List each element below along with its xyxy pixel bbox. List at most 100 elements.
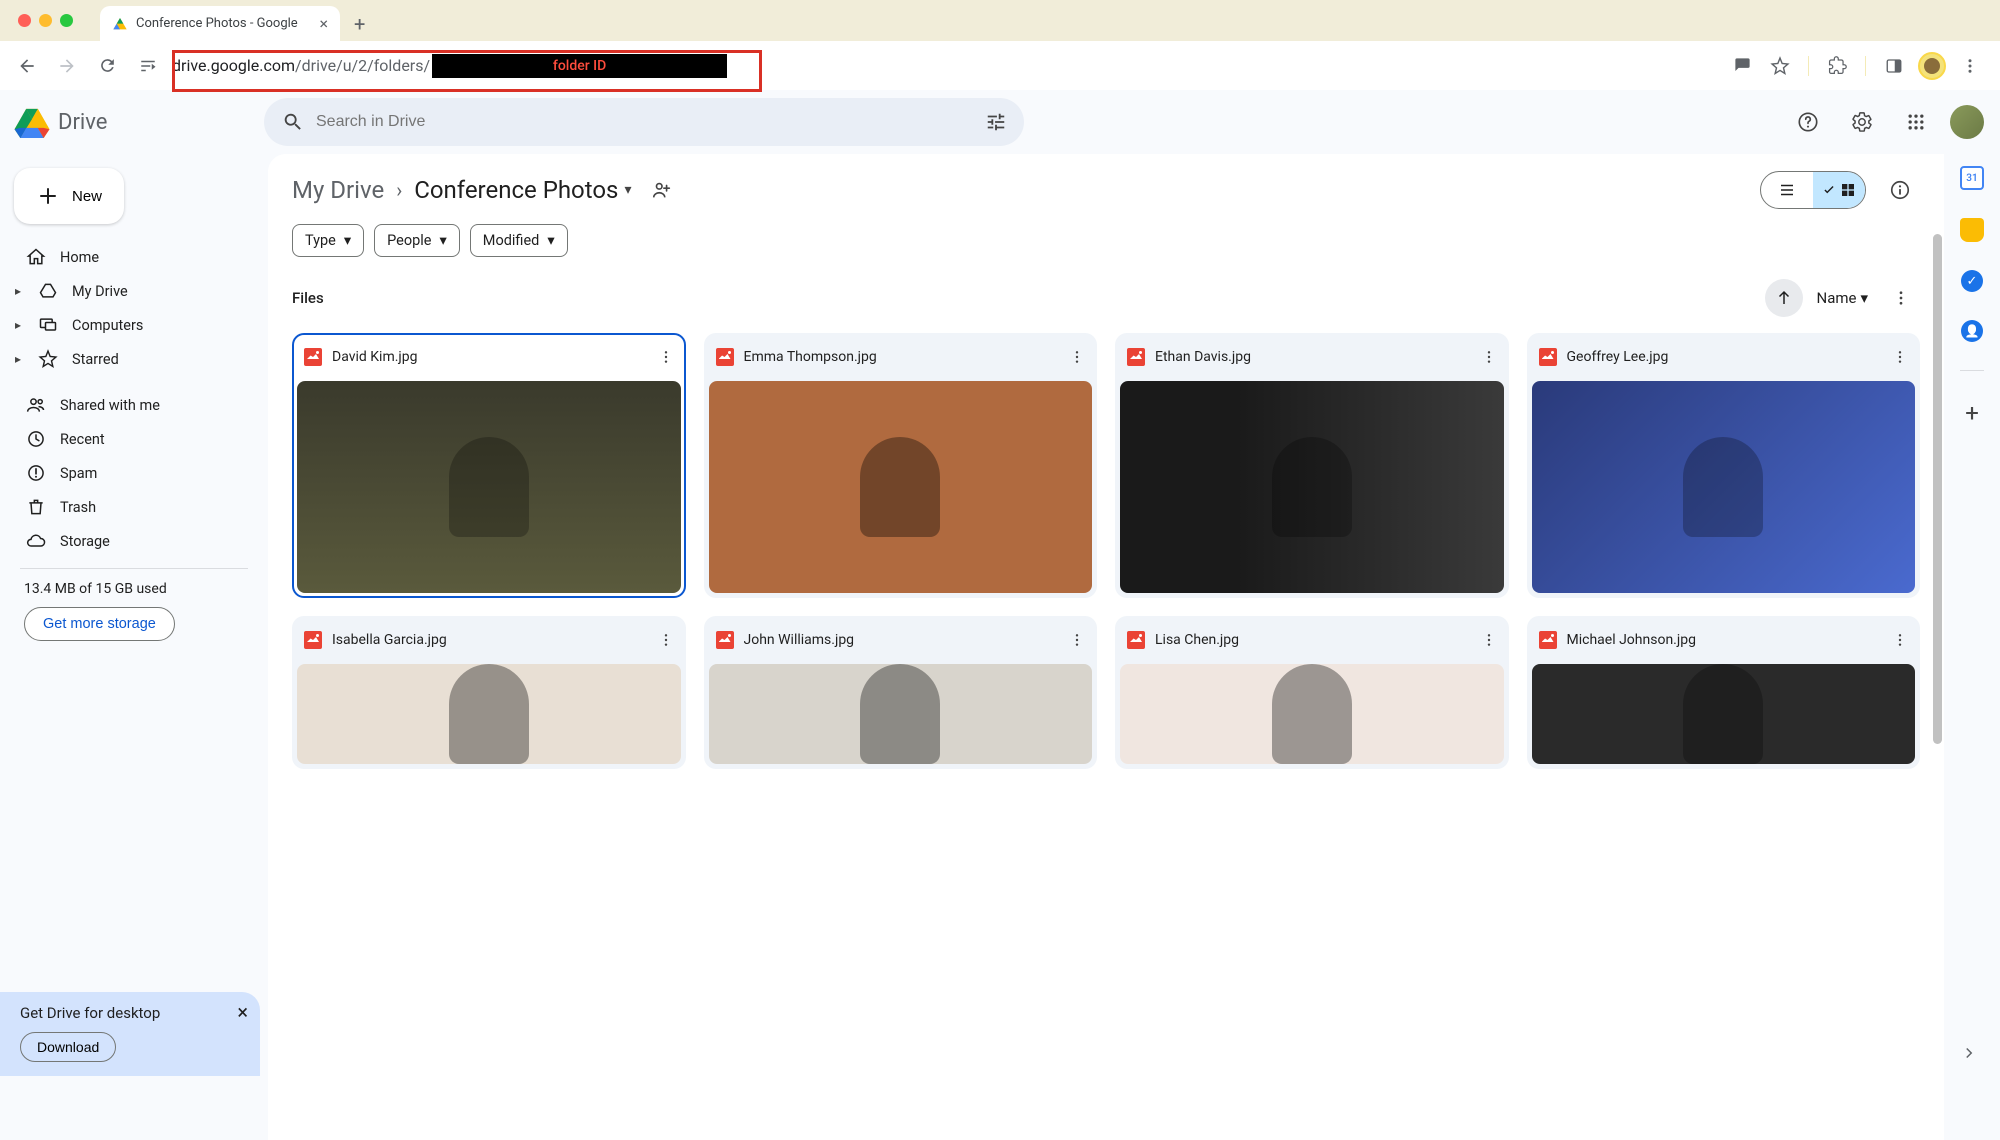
sidebar-item-shared[interactable]: Shared with me	[8, 388, 254, 422]
sidebar-item-computers[interactable]: ▸ Computers	[8, 308, 254, 342]
file-more-icon[interactable]	[652, 343, 680, 371]
browser-tab[interactable]: Conference Photos - Google ×	[100, 6, 340, 41]
file-more-icon[interactable]	[1475, 626, 1503, 654]
extensions-icon[interactable]	[1823, 52, 1851, 80]
new-tab-button[interactable]: +	[354, 12, 365, 36]
file-card-header: Emma Thompson.jpg	[704, 333, 1098, 381]
sidebar-item-storage[interactable]: Storage	[8, 524, 254, 558]
sort-direction-button[interactable]	[1765, 279, 1803, 317]
filter-chip-people[interactable]: People▾	[374, 224, 460, 257]
forward-button[interactable]	[50, 49, 84, 83]
file-card[interactable]: Emma Thompson.jpg	[704, 333, 1098, 598]
file-card[interactable]: David Kim.jpg	[292, 333, 686, 598]
sidepanel-icon[interactable]	[1880, 52, 1908, 80]
sidebar-item-starred[interactable]: ▸ Starred	[8, 342, 254, 376]
grid-view-button[interactable]	[1813, 172, 1865, 208]
sort-field-button[interactable]: Name▾	[1817, 289, 1869, 307]
search-options-icon[interactable]	[976, 102, 1016, 142]
files-label: Files	[292, 289, 324, 307]
browser-menu-icon[interactable]	[1956, 52, 1984, 80]
bookmark-icon[interactable]	[1766, 52, 1794, 80]
filter-chip-type[interactable]: Type▾	[292, 224, 364, 257]
file-card[interactable]: Ethan Davis.jpg	[1115, 333, 1509, 598]
file-card[interactable]: Isabella Garcia.jpg	[292, 616, 686, 769]
add-addon-icon[interactable]: +	[1965, 399, 1979, 427]
tasks-icon[interactable]	[1961, 270, 1983, 292]
new-button[interactable]: New	[14, 168, 124, 224]
window-minimize[interactable]	[39, 14, 52, 27]
calendar-icon[interactable]	[1960, 166, 1984, 190]
file-more-icon[interactable]	[1063, 626, 1091, 654]
tab-close-icon[interactable]: ×	[319, 14, 328, 33]
new-button-label: New	[72, 188, 102, 205]
more-options-button[interactable]	[1882, 279, 1920, 317]
install-app-icon[interactable]	[1728, 52, 1756, 80]
file-card[interactable]: John Williams.jpg	[704, 616, 1098, 769]
contacts-icon[interactable]	[1961, 320, 1983, 342]
file-more-icon[interactable]	[1475, 343, 1503, 371]
file-thumbnail	[297, 664, 681, 764]
file-more-icon[interactable]	[1063, 343, 1091, 371]
site-settings-icon[interactable]	[134, 52, 162, 80]
sidebar-item-recent[interactable]: Recent	[8, 422, 254, 456]
breadcrumb-root[interactable]: My Drive	[292, 176, 384, 204]
window-close[interactable]	[18, 14, 31, 27]
support-icon[interactable]	[1788, 102, 1828, 142]
profile-avatar[interactable]	[1918, 52, 1946, 80]
expand-arrow-icon[interactable]: ▸	[12, 352, 24, 366]
apps-icon[interactable]	[1896, 102, 1936, 142]
breadcrumb-current[interactable]: Conference Photos ▾	[414, 176, 631, 204]
chevron-down-icon[interactable]: ▾	[624, 182, 631, 198]
promo-close-icon[interactable]: ×	[237, 1000, 248, 1024]
chevron-right-icon: ›	[396, 178, 402, 202]
home-icon	[26, 247, 46, 267]
sidebar-item-trash[interactable]: Trash	[8, 490, 254, 524]
image-file-icon	[304, 631, 322, 649]
expand-arrow-icon[interactable]: ▸	[12, 318, 24, 332]
share-icon[interactable]	[651, 179, 673, 201]
file-more-icon[interactable]	[1886, 343, 1914, 371]
back-button[interactable]	[10, 49, 44, 83]
list-view-button[interactable]	[1761, 172, 1813, 208]
sidebar-list: Home ▸ My Drive ▸ Computers ▸ Starred Sh…	[0, 236, 268, 558]
side-panel: +	[1944, 154, 2000, 1140]
drive-favicon	[112, 16, 128, 32]
shared-icon	[26, 395, 46, 415]
window-maximize[interactable]	[60, 14, 73, 27]
file-more-icon[interactable]	[652, 626, 680, 654]
keep-icon[interactable]	[1960, 218, 1984, 242]
details-icon[interactable]	[1880, 170, 1920, 210]
file-card[interactable]: Geoffrey Lee.jpg	[1527, 333, 1921, 598]
file-card-header: Geoffrey Lee.jpg	[1527, 333, 1921, 381]
sidebar-item-mydrive[interactable]: ▸ My Drive	[8, 274, 254, 308]
promo-download-button[interactable]: Download	[20, 1032, 116, 1062]
drive-logo[interactable]: Drive	[14, 106, 252, 138]
settings-icon[interactable]	[1842, 102, 1882, 142]
file-name: Michael Johnson.jpg	[1567, 632, 1877, 648]
address-bar[interactable]: drive.google.com/drive/u/2/folders/ fold…	[172, 54, 1722, 78]
image-file-icon	[1127, 348, 1145, 366]
search-input[interactable]	[316, 113, 964, 131]
sidebar-item-label: Storage	[60, 533, 110, 550]
search-box[interactable]	[264, 98, 1024, 146]
file-card[interactable]: Michael Johnson.jpg	[1527, 616, 1921, 769]
get-storage-button[interactable]: Get more storage	[24, 607, 175, 641]
hide-sidepanel-icon[interactable]	[1954, 1038, 1984, 1068]
sidebar-item-label: Trash	[60, 499, 96, 516]
reload-button[interactable]	[90, 49, 124, 83]
sidebar-item-label: My Drive	[72, 283, 128, 300]
sidebar-item-spam[interactable]: Spam	[8, 456, 254, 490]
file-more-icon[interactable]	[1886, 626, 1914, 654]
file-card[interactable]: Lisa Chen.jpg	[1115, 616, 1509, 769]
expand-arrow-icon[interactable]: ▸	[12, 284, 24, 298]
sidebar-item-label: Recent	[60, 431, 105, 448]
file-thumbnail	[709, 381, 1093, 593]
content-header: My Drive › Conference Photos ▾	[268, 154, 1944, 210]
account-avatar[interactable]	[1950, 105, 1984, 139]
sidebar-item-home[interactable]: Home	[8, 240, 254, 274]
file-thumbnail	[709, 664, 1093, 764]
url-path: /drive/u/2/folders/	[295, 56, 430, 75]
filter-row: Type▾ People▾ Modified▾	[268, 210, 1944, 257]
filter-chip-modified[interactable]: Modified▾	[470, 224, 568, 257]
scrollbar[interactable]	[1933, 234, 1942, 754]
